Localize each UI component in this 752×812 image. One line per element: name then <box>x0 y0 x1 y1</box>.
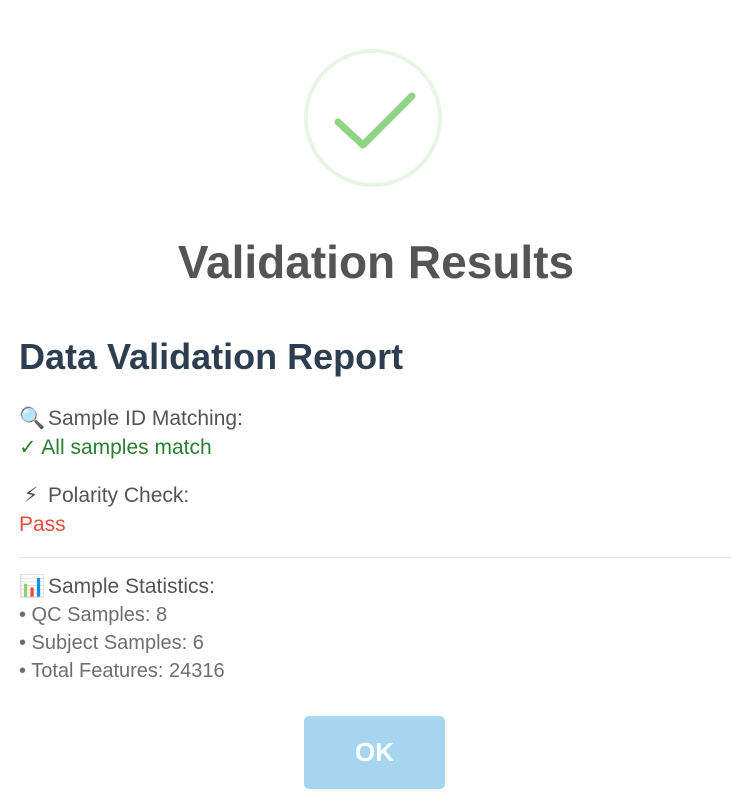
dialog-title: Validation Results <box>177 236 575 288</box>
statistics-label-text: Sample Statistics: <box>48 575 215 598</box>
magnifier-icon: 🔍 <box>19 407 46 430</box>
stat-qc-samples: • QC Samples: 8 <box>19 604 168 626</box>
success-checkmark-icon <box>303 48 443 188</box>
stat-total-features: • Total Features: 24316 <box>19 660 225 682</box>
bar-chart-icon: 📊 <box>19 575 46 598</box>
stat-subject-samples: • Subject Samples: 6 <box>19 632 204 654</box>
report-content: Data Validation Report 🔍 Sample ID Match… <box>19 330 731 685</box>
validation-dialog: Validation Results Data Validation Repor… <box>0 0 752 812</box>
statistics-label: 📊 Sample Statistics: <box>19 572 731 601</box>
sample-id-label: 🔍 Sample ID Matching: <box>19 404 731 433</box>
report-title: Data Validation Report <box>19 336 404 377</box>
lightning-icon: ⚡ <box>23 484 39 507</box>
sample-id-label-text: Sample ID Matching: <box>48 407 243 430</box>
polarity-label-text: Polarity Check: <box>48 484 190 507</box>
polarity-status: Pass <box>19 513 66 536</box>
ok-button[interactable]: OK <box>304 716 445 789</box>
sample-id-status: ✓ All samples match <box>19 436 212 459</box>
polarity-label: ⚡ Polarity Check: <box>19 481 731 510</box>
divider <box>19 557 731 558</box>
